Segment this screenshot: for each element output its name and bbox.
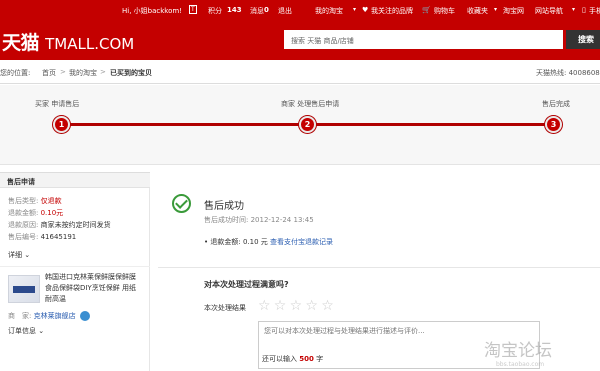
field-type: 售后类型: 仅退款 [8, 197, 62, 205]
star-icon[interactable]: ☆ [258, 299, 271, 313]
breadcrumb: 您的位置: 首页 > 我的淘宝 > 已买到的宝贝 天猫热线: 4008608 [0, 60, 600, 84]
member-level-badge: T [189, 5, 197, 14]
field-service-id: 售后编号: 41645191 [8, 233, 77, 241]
site-nav-menu[interactable]: 网站导航 [535, 6, 563, 16]
progress-steps: 买家 申请售后 商家 处理售后申请 售后完成 1 2 3 [0, 85, 600, 165]
refund-row: • 退款金额: 0.10 元 查看支付宝退款记录 [204, 238, 333, 246]
chevron-down-icon: ▾ [494, 6, 498, 13]
points-value[interactable]: 143 [227, 6, 242, 14]
cart-icon: 🛒 [422, 6, 431, 14]
bookmarks-menu[interactable]: 收藏夹 [467, 6, 488, 16]
messages-label[interactable]: 消息 [250, 6, 264, 16]
check-circle-icon [172, 194, 191, 213]
favorites-link[interactable]: 我关注的品牌 [371, 6, 413, 16]
breadcrumb-home[interactable]: 首页 [42, 68, 56, 78]
refund-amount: 0.10 元 [242, 238, 268, 246]
shop-row: 商 家: 克林莱旗舰店 [8, 311, 90, 321]
rating-stars: ☆ ☆ ☆ ☆ ☆ [258, 299, 335, 313]
cart-link[interactable]: 购物车 [434, 6, 455, 16]
field-refund-reason: 退款原因: 商家未按约定时间发货 [8, 221, 111, 229]
step-circle-2: 2 [299, 116, 316, 133]
sidebar-title: 售后申请 [0, 172, 150, 188]
breadcrumb-separator: > [100, 68, 106, 76]
product-thumbnail[interactable] [8, 275, 40, 303]
detail-link[interactable]: 详细 ⌄ [8, 250, 30, 260]
logout-link[interactable]: 退出 [278, 6, 292, 16]
divider [158, 267, 600, 268]
top-bar: Hi, 小姐backkom! T 积分 143 消息 0 退出 我的淘宝 ▾ ♥… [0, 0, 600, 20]
divider [0, 266, 150, 267]
step-label-1: 买家 申请售后 [35, 100, 80, 108]
field-refund-amount: 退款金额: 0.10元 [8, 209, 64, 217]
success-time: 售后成功时间: 2012-12-24 13:45 [204, 216, 314, 224]
watermark-url: bbs.taobao.com [496, 361, 545, 368]
rating-label: 本次处理结果 [204, 304, 246, 312]
star-icon[interactable]: ☆ [321, 299, 334, 313]
product-title-link[interactable]: 韩国进口克林莱保鲜膜保鲜膜 食品保鲜袋DIY烹饪保鲜 用纸 耐高温 [45, 272, 145, 305]
points-label: 积分 [208, 7, 222, 15]
breadcrumb-prefix: 您的位置: [0, 69, 31, 77]
chevron-down-icon: ⌄ [24, 251, 31, 259]
refund-record-link[interactable]: 查看支付宝退款记录 [270, 238, 333, 246]
hotline: 天猫热线: 4008608 [536, 69, 600, 77]
success-title: 售后成功 [204, 201, 244, 212]
my-taobao-menu[interactable]: 我的淘宝 [315, 6, 343, 16]
logo-en: TMALL.COM [45, 35, 135, 53]
logo-cn: 天猫 [2, 32, 40, 54]
char-counter: 还可以输入 500 字 [262, 355, 324, 363]
star-icon[interactable]: ☆ [305, 299, 318, 313]
chat-icon[interactable] [79, 311, 90, 321]
mobile-link[interactable]: 手机 [589, 6, 600, 16]
search-button[interactable]: 搜索 [566, 30, 600, 49]
search-input[interactable]: 搜索 天猫 商品/店铺 [284, 30, 563, 49]
mobile-icon: ▯ [582, 6, 586, 14]
step-label-3: 售后完成 [542, 100, 570, 108]
taobao-link[interactable]: 淘宝网 [503, 6, 524, 16]
step-circle-3: 3 [545, 116, 562, 133]
breadcrumb-my-taobao[interactable]: 我的淘宝 [69, 68, 97, 78]
star-icon[interactable]: ☆ [290, 299, 303, 313]
breadcrumb-current: 已买到的宝贝 [110, 69, 152, 77]
chevron-down-icon: ▾ [353, 6, 357, 13]
shop-name-link[interactable]: 克林莱旗舰店 [34, 312, 76, 320]
step-circle-1: 1 [53, 116, 70, 133]
chevron-down-icon: ⌄ [38, 327, 45, 335]
breadcrumb-separator: > [60, 68, 66, 76]
chevron-down-icon: ▾ [572, 6, 576, 13]
greeting: Hi, 小姐backkom! [122, 7, 183, 15]
satisfaction-question: 对本次处理过程满意吗? [204, 280, 289, 289]
star-icon[interactable]: ☆ [274, 299, 287, 313]
watermark: 淘宝论坛 [484, 341, 552, 361]
messages-value[interactable]: 0 [264, 6, 269, 14]
heart-icon: ♥ [362, 6, 369, 14]
after-sale-sidebar: 售后申请 售后类型: 仅退款 退款金额: 0.10元 退款原因: 商家未按约定时… [0, 172, 150, 371]
step-label-2: 商家 处理售后申请 [281, 100, 340, 108]
order-info-toggle[interactable]: 订单信息 ⌄ [8, 326, 44, 336]
tmall-logo[interactable]: 天猫 TMALL.COM [2, 28, 134, 55]
